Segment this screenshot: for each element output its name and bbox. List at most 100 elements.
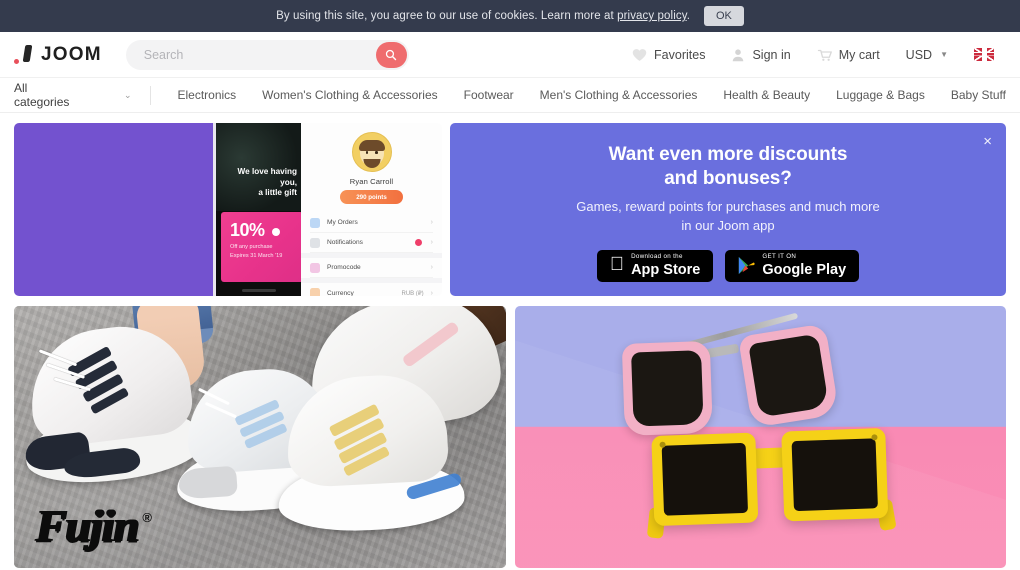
collage-purple-panel — [14, 123, 213, 296]
fujin-brand-name: Fujin — [36, 499, 139, 551]
nav-link-footwear[interactable]: Footwear — [464, 88, 514, 102]
phone-profile-screen: Ryan Carroll 290 points My Orders › Noti… — [301, 123, 442, 296]
currency-label: USD — [905, 47, 933, 62]
profile-name: Ryan Carroll — [349, 177, 394, 186]
profile-menu-item-notifications[interactable]: Notifications › — [310, 233, 433, 253]
phone-gift-screen: We love having you, a little gift 10% Of… — [216, 123, 301, 296]
privacy-policy-link[interactable]: privacy policy — [617, 10, 687, 22]
nav-link-mens-clothing[interactable]: Men's Clothing & Accessories — [540, 88, 698, 102]
profile-menu-label: My Orders — [327, 219, 358, 226]
search-input[interactable] — [125, 39, 409, 70]
google-play-button[interactable]: GET IT ON Google Play — [725, 249, 860, 282]
close-icon[interactable]: × — [983, 134, 992, 149]
phone-home-indicator — [242, 289, 276, 292]
currency-icon — [310, 288, 320, 296]
fujin-brand-logo: Fujin ® — [36, 499, 153, 551]
discount-card: 10% Off any purchase Expires 31 March '1… — [221, 212, 301, 282]
cart-button[interactable]: My cart — [817, 48, 880, 62]
site-header: JOOM Favorites Sign in — [0, 32, 1020, 78]
joom-logo-text: JOOM — [41, 43, 102, 65]
discount-percent: 10% — [230, 220, 265, 240]
app-store-small-label: Download on the — [623, 252, 682, 260]
avatar — [351, 132, 392, 172]
google-play-logo-icon — [739, 257, 755, 275]
nav-link-health-beauty[interactable]: Health & Beauty — [723, 88, 810, 102]
profile-menu-item-promocode[interactable]: Promocode › — [310, 258, 433, 278]
app-store-button[interactable]:  Download on the App Store — [596, 249, 714, 282]
cookie-text-before: By using this site, you agree to our use… — [276, 10, 618, 22]
favorites-label: Favorites — [654, 47, 706, 62]
app-screenshot-collage[interactable]: We love having you, a little gift 10% Of… — [14, 123, 442, 296]
yellow-sunglasses — [645, 420, 897, 547]
discount-subtext: Off any purchase Expires 31 March '19 — [230, 243, 282, 260]
language-selector-uk-flag-icon[interactable] — [974, 48, 994, 61]
heart-icon — [632, 48, 647, 61]
points-badge: 290 points — [340, 190, 403, 204]
phone-side-button — [216, 235, 221, 248]
tile-sunglasses[interactable] — [514, 306, 1006, 568]
profile-menu-value: RUB (₽) — [401, 290, 424, 297]
promo-sub-line1: Games, reward points for purchases and m… — [576, 198, 880, 214]
nav-divider — [149, 85, 151, 105]
user-icon — [733, 48, 744, 61]
search-icon — [386, 49, 397, 60]
store-buttons:  Download on the App Store GET IT ON — [596, 249, 860, 282]
signin-button[interactable]: Sign in — [731, 48, 791, 62]
profile-menu: My Orders › Notifications › Promocode › — [301, 213, 442, 296]
search-bar — [125, 39, 409, 70]
app-store-big-label: App Store — [623, 261, 700, 278]
banner-row: We love having you, a little gift 10% Of… — [14, 123, 1006, 296]
promocode-icon — [310, 262, 320, 273]
discount-sub-line2: Expires 31 March '19 — [230, 252, 283, 259]
profile-menu-item-currency[interactable]: Currency RUB (₽) › — [310, 283, 433, 296]
discount-sub-line1: Off any purchase — [230, 244, 273, 251]
chevron-right-icon: › — [430, 264, 433, 271]
tile-sneakers[interactable]: Fujin ® — [14, 306, 506, 568]
gift-message-line1: We love having you, — [237, 167, 297, 187]
orders-icon — [310, 217, 320, 228]
joom-logo-mark-icon — [14, 44, 34, 66]
registered-trademark-icon: ® — [142, 509, 153, 525]
all-categories-label: All categories — [14, 81, 70, 109]
chevron-right-icon: › — [430, 289, 433, 297]
coupon-dot-icon — [271, 228, 280, 236]
product-tiles: Fujin ® — [14, 306, 1006, 568]
search-submit-button[interactable] — [375, 41, 407, 68]
google-play-big-label: Google Play — [755, 261, 846, 278]
discount-percent-row: 10% — [230, 220, 294, 241]
nav-link-baby-stuff[interactable]: Baby Stuff — [951, 88, 1006, 102]
apple-logo-icon:  — [610, 255, 624, 274]
cookie-accept-button[interactable]: OK — [704, 6, 744, 26]
nav-link-electronics[interactable]: Electronics — [177, 88, 236, 102]
profile-menu-label: Promocode — [327, 264, 361, 271]
currency-selector[interactable]: USD ▼ — [906, 48, 948, 62]
profile-menu-label: Currency — [327, 289, 354, 297]
chevron-right-icon: › — [430, 219, 433, 226]
profile-menu-item-my-orders[interactable]: My Orders › — [310, 213, 433, 233]
cart-icon — [817, 49, 832, 61]
notifications-icon — [310, 237, 320, 248]
all-categories-dropdown[interactable]: All categories ⌄ — [14, 81, 150, 109]
promo-sub-line2: in our Joom app — [681, 217, 775, 233]
main-content: We love having you, a little gift 10% Of… — [0, 113, 1020, 568]
sneaker-gold-trim — [272, 367, 470, 537]
chevron-down-icon: ⌄ — [123, 89, 132, 100]
joom-logo[interactable]: JOOM — [14, 44, 102, 66]
header-actions: Favorites Sign in My cart USD ▼ — [632, 48, 1006, 62]
nav-link-luggage-bags[interactable]: Luggage & Bags — [836, 88, 925, 102]
nav-link-womens-clothing[interactable]: Women's Clothing & Accessories — [262, 88, 437, 102]
chevron-right-icon: › — [430, 239, 433, 246]
notification-badge — [414, 239, 422, 246]
app-promo-banner: × Want even more discounts and bonuses? … — [450, 123, 1006, 296]
cookie-consent-bar: By using this site, you agree to our use… — [0, 0, 1020, 32]
promo-heading: Want even more discounts and bonuses? — [609, 143, 848, 191]
promo-heading-line1: Want even more discounts — [608, 144, 848, 166]
favorites-button[interactable]: Favorites — [632, 48, 705, 62]
cookie-text-after: . — [686, 10, 690, 22]
chevron-down-icon: ▼ — [940, 50, 948, 59]
google-play-small-label: GET IT ON — [755, 252, 796, 260]
cart-label: My cart — [838, 47, 880, 62]
gift-message-line2: a little gift — [258, 188, 297, 198]
profile-menu-label: Notifications — [327, 239, 363, 246]
promo-heading-line2: and bonuses? — [664, 168, 792, 190]
